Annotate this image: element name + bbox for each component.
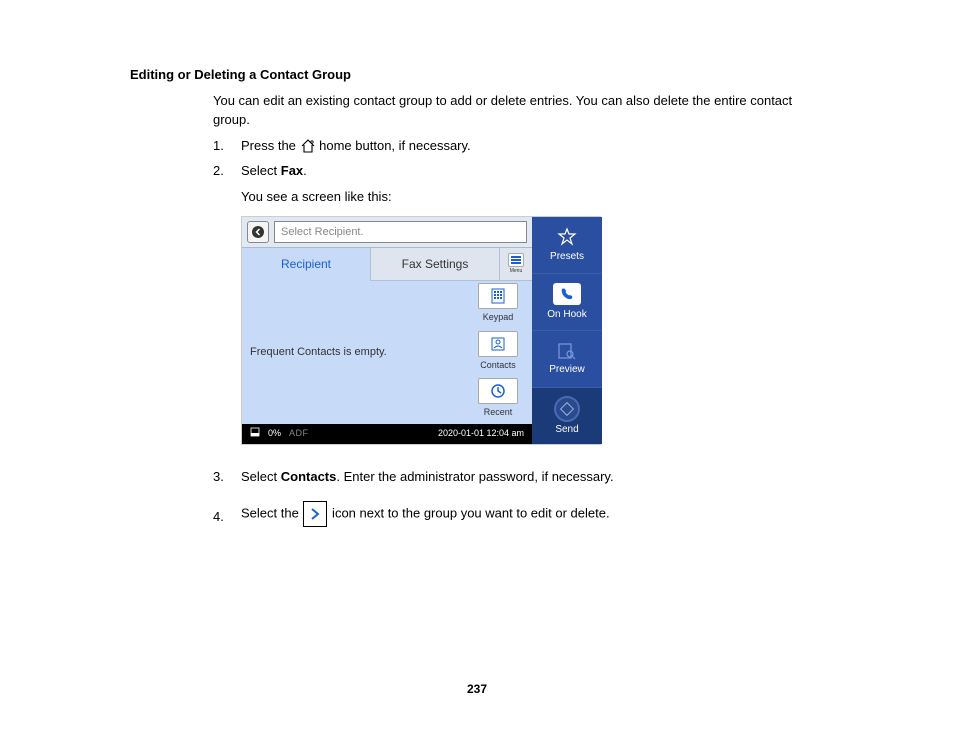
embedded-screenshot: Select Recipient. Recipient Fax Settings… <box>241 216 824 445</box>
tab-fax-settings[interactable]: Fax Settings <box>371 248 500 281</box>
step-text: Press the <box>241 138 300 153</box>
chevron-right-icon <box>303 501 327 527</box>
menu-label: Menu <box>510 268 523 276</box>
phone-icon <box>553 283 581 305</box>
step-number: 2. <box>213 161 224 181</box>
preview-button[interactable]: Preview <box>532 331 602 388</box>
contacts-icon <box>478 331 518 357</box>
step-3: 3. Select Contacts. Enter the administra… <box>213 467 824 487</box>
adf-status: ADF <box>289 427 309 441</box>
preview-label: Preview <box>549 362 585 377</box>
contacts-button[interactable]: Contacts <box>464 329 532 377</box>
recent-button[interactable]: Recent <box>464 376 532 424</box>
contacts-bold: Contacts <box>281 469 337 484</box>
step-text-c: . <box>303 163 307 178</box>
step-2: 2. Select Fax. You see a screen like thi… <box>213 161 824 206</box>
step-text-b: home button, if necessary. <box>316 138 471 153</box>
home-icon <box>300 139 316 153</box>
ink-level: 0% <box>268 427 281 441</box>
menu-button[interactable]: Menu <box>500 248 532 281</box>
step-1: 1. Press the home button, if necessary. <box>213 136 824 156</box>
page-number: 237 <box>0 680 954 698</box>
step-text: Select <box>241 469 281 484</box>
keypad-icon <box>478 283 518 309</box>
send-icon <box>554 396 580 422</box>
intro-text: You can edit an existing contact group t… <box>213 91 824 130</box>
fax-bold: Fax <box>281 163 303 178</box>
recipient-input[interactable]: Select Recipient. <box>274 221 527 243</box>
status-bar: 0% ADF 2020-01-01 12:04 am <box>242 424 532 445</box>
back-button[interactable] <box>247 221 269 243</box>
step-number: 4. <box>213 507 224 527</box>
keypad-label: Keypad <box>483 311 514 325</box>
section-heading: Editing or Deleting a Contact Group <box>130 65 824 85</box>
frequent-contacts-area: Frequent Contacts is empty. <box>242 281 464 424</box>
step-4: 4. Select the icon next to the group you… <box>213 501 824 527</box>
tab-recipient[interactable]: Recipient <box>242 248 371 281</box>
preview-icon <box>557 342 577 360</box>
step-number: 3. <box>213 467 224 487</box>
send-button[interactable]: Send <box>532 388 602 444</box>
arrow-left-icon <box>251 225 265 239</box>
step-text: Select the <box>241 505 302 520</box>
ink-icon <box>250 427 260 442</box>
step-subtext: You see a screen like this: <box>241 187 824 207</box>
recent-icon <box>478 378 518 404</box>
on-hook-button[interactable]: On Hook <box>532 274 602 331</box>
step-text: Select <box>241 163 281 178</box>
presets-button[interactable]: Presets <box>532 217 602 274</box>
step-number: 1. <box>213 136 224 156</box>
presets-label: Presets <box>550 249 584 264</box>
menu-icon <box>508 253 524 267</box>
send-label: Send <box>555 422 578 437</box>
on-hook-label: On Hook <box>547 307 586 322</box>
step-text-b: icon next to the group you want to edit … <box>328 505 609 520</box>
star-icon <box>557 227 577 247</box>
keypad-button[interactable]: Keypad <box>464 281 532 329</box>
contacts-label: Contacts <box>480 359 516 373</box>
recent-label: Recent <box>484 406 513 420</box>
datetime: 2020-01-01 12:04 am <box>438 427 524 441</box>
step-text-c: . Enter the administrator password, if n… <box>336 469 613 484</box>
